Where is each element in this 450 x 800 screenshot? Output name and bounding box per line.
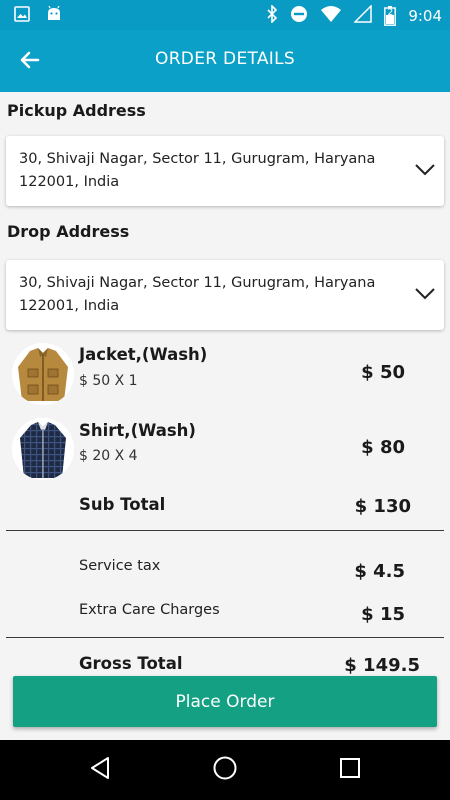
drop-address-value: 30, Shivaji Nagar, Sector 11, Gurugram, … xyxy=(19,275,376,314)
no-signal-icon xyxy=(353,4,373,27)
gross-total-label: Gross Total xyxy=(79,654,183,673)
nav-back-button[interactable] xyxy=(85,755,115,785)
item-name: Shirt,(Wash) xyxy=(79,421,196,440)
jacket-image xyxy=(12,343,74,405)
triangle-back-icon xyxy=(89,756,111,784)
shirt-image xyxy=(12,418,74,480)
system-nav-bar xyxy=(0,740,450,800)
drop-address-select[interactable]: 30, Shivaji Nagar, Sector 11, Gurugram, … xyxy=(6,260,444,330)
circle-home-icon xyxy=(212,755,238,785)
battery-level: 2 xyxy=(387,8,394,18)
status-time: 9:04 xyxy=(408,7,442,25)
item-qty: $ 20 X 4 xyxy=(79,448,138,464)
android-icon xyxy=(46,5,62,26)
pickup-address-label: Pickup Address xyxy=(7,101,146,120)
subtotal-value: $ 130 xyxy=(354,496,411,517)
page-title: ORDER DETAILS xyxy=(155,49,295,69)
item-qty: $ 50 X 1 xyxy=(79,373,138,389)
pickup-address-select[interactable]: 30, Shivaji Nagar, Sector 11, Gurugram, … xyxy=(6,136,444,206)
square-recents-icon xyxy=(339,757,361,783)
battery-icon: 2 xyxy=(384,6,397,26)
gross-total-value: $ 149.5 xyxy=(344,655,420,676)
status-bar: 2 9:04 xyxy=(0,0,450,30)
nav-home-button[interactable] xyxy=(210,755,240,785)
divider xyxy=(6,530,444,531)
service-tax-value: $ 4.5 xyxy=(354,561,405,582)
extra-care-value: $ 15 xyxy=(361,604,405,625)
chevron-down-icon xyxy=(414,162,436,181)
image-icon xyxy=(14,6,30,26)
wifi-icon xyxy=(320,5,342,27)
service-tax-label: Service tax xyxy=(79,558,161,574)
extra-care-label: Extra Care Charges xyxy=(79,602,220,618)
subtotal-label: Sub Total xyxy=(79,495,166,514)
divider xyxy=(6,637,444,638)
chevron-down-icon xyxy=(414,286,436,305)
do-not-disturb-icon xyxy=(290,5,308,27)
app-bar: ORDER DETAILS xyxy=(0,30,450,92)
nav-recents-button[interactable] xyxy=(335,755,365,785)
item-name: Jacket,(Wash) xyxy=(79,345,208,364)
item-price: $ 80 xyxy=(361,437,405,458)
pickup-address-value: 30, Shivaji Nagar, Sector 11, Gurugram, … xyxy=(19,151,376,190)
place-order-button[interactable]: Place Order xyxy=(13,676,437,727)
item-price: $ 50 xyxy=(361,362,405,383)
drop-address-label: Drop Address xyxy=(7,222,130,241)
bluetooth-icon xyxy=(266,4,278,27)
